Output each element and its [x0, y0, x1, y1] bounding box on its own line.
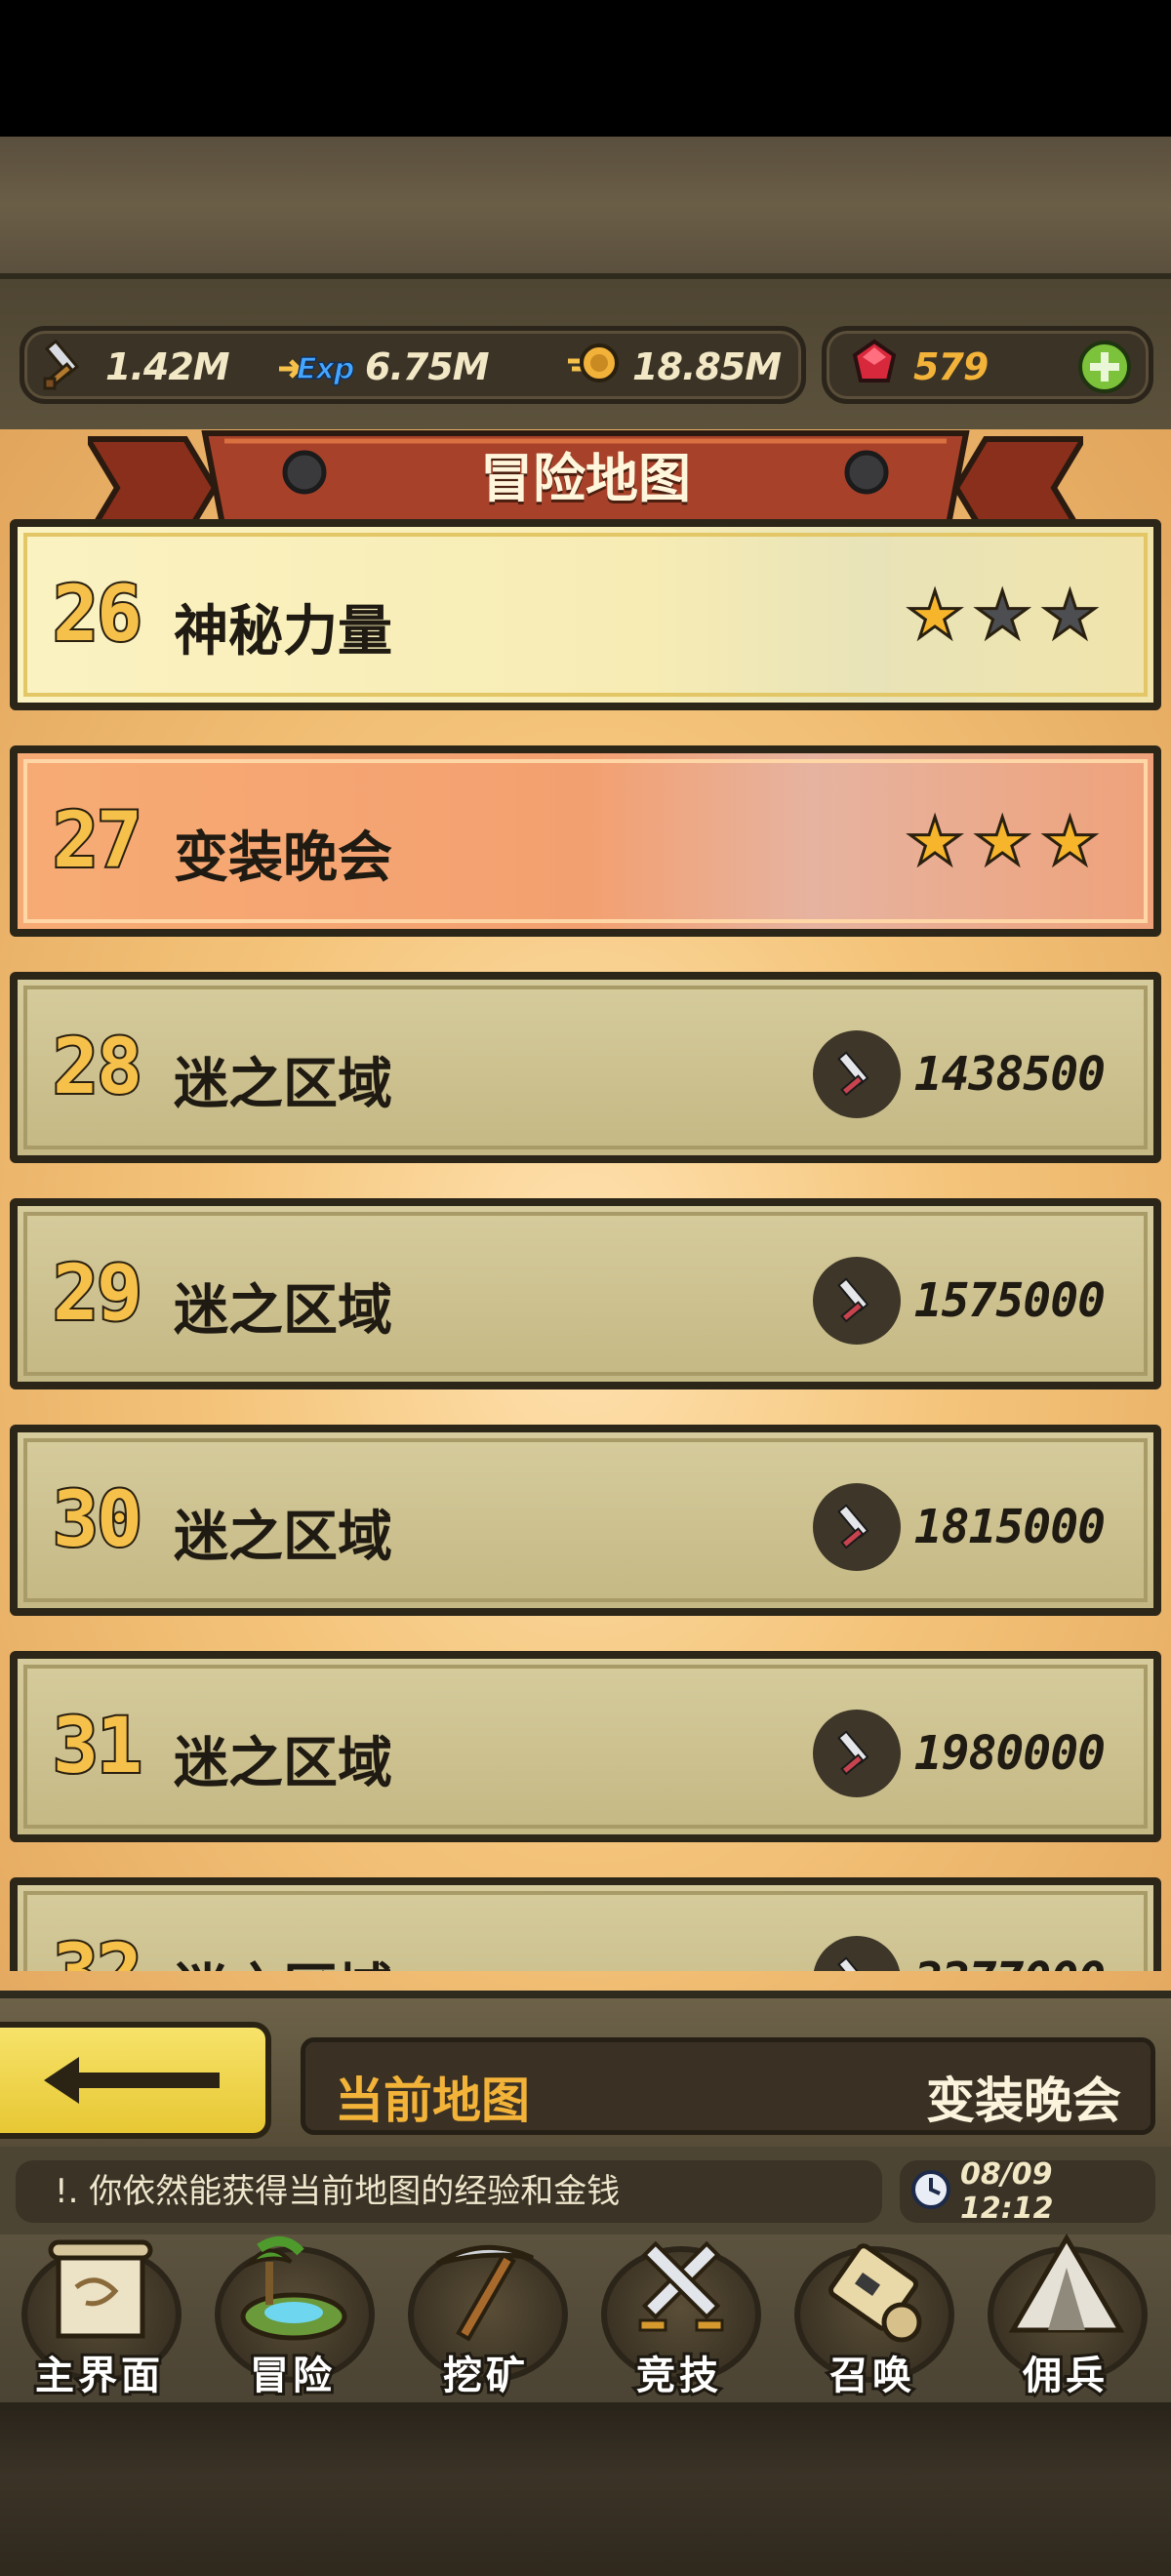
stage-card-30[interactable]: 30 迷之区域 1815000 [10, 1425, 1161, 1616]
stage-card-27[interactable]: 27 变装晚会 ★ ★ ★ [10, 745, 1161, 937]
exp-icon: Exp [275, 340, 356, 394]
scroll-map-icon [48, 2239, 153, 2339]
attack-resource: 1.42M [39, 339, 230, 394]
stage-number: 26 [51, 571, 144, 659]
sword-icon [812, 1936, 901, 1971]
ruby-icon [847, 336, 902, 399]
nav-label: 竞技 [633, 2351, 722, 2401]
island-icon [240, 2236, 347, 2341]
tent-icon [1008, 2234, 1125, 2333]
star-empty-icon: ★ [972, 578, 1032, 653]
page-title: 冒险地图 [480, 448, 691, 509]
star-filled-icon: ★ [905, 804, 965, 879]
required-power: 1438500 [812, 1030, 1106, 1118]
stage-name: 迷之区域 [174, 1732, 392, 1795]
gold-resource: 18.85M [566, 340, 782, 394]
crossed-swords-icon [638, 2240, 724, 2332]
summon-scroll-icon [828, 2243, 922, 2343]
exp-badge-text: Exp [297, 352, 353, 386]
required-power: 2277000 [812, 1936, 1106, 1971]
star-filled-icon: ★ [905, 578, 965, 653]
stage-name: 迷之区域 [174, 1279, 392, 1343]
news-ticker: !. 你依然能获得当前地图的经验和金钱 [16, 2160, 882, 2223]
stage-number: 27 [51, 797, 144, 885]
top-map-backdrop [0, 137, 1171, 273]
back-button[interactable] [0, 2022, 271, 2139]
current-map-label: 当前地图 [335, 2073, 530, 2129]
power-value: 1438500 [913, 1047, 1106, 1102]
exp-resource: Exp 6.75M [275, 340, 490, 394]
current-map-panel: 当前地图 变装晚会 [301, 2037, 1155, 2135]
gold-value: 18.85M [632, 345, 782, 388]
required-power: 1980000 [812, 1710, 1106, 1797]
stage-name: 迷之区域 [174, 1946, 392, 1971]
star-filled-icon: ★ [972, 804, 1032, 879]
stage-name: 迷之区域 [174, 1053, 392, 1116]
stage-stars: ★ ★ ★ [905, 578, 1101, 653]
power-value: 1575000 [913, 1273, 1106, 1328]
game-screen: 1.42M Exp 6.75M 18.85M 579 冒险地图 26 神秘力量 … [0, 0, 1171, 2576]
required-power: 1575000 [812, 1257, 1106, 1345]
nav-label: 冒险 [247, 2351, 336, 2401]
gem-resource: 579 [847, 339, 989, 394]
sword-icon [39, 336, 94, 399]
nav-label: 召唤 [827, 2351, 915, 2401]
stage-name: 迷之区域 [174, 1506, 392, 1569]
power-value: 2277000 [914, 1952, 1106, 1971]
sword-icon [812, 1030, 901, 1118]
attack-value: 1.42M [105, 345, 230, 388]
stage-number: 32 [51, 1932, 144, 1971]
required-power: 1815000 [812, 1483, 1106, 1571]
stage-stars: ★ ★ ★ [905, 804, 1101, 879]
stage-number: 28 [51, 1024, 144, 1111]
nav-label: 挖矿 [440, 2351, 529, 2401]
clock-icon [909, 2168, 952, 2215]
arrow-left-icon [44, 2057, 220, 2104]
stage-card-28[interactable]: 28 迷之区域 1438500 [10, 972, 1161, 1163]
stage-number: 31 [51, 1703, 144, 1791]
power-value: 1980000 [913, 1726, 1106, 1781]
nav-arena[interactable]: 竞技 [584, 2229, 775, 2401]
stage-card-31[interactable]: 31 迷之区域 1980000 [10, 1651, 1161, 1842]
stage-card-32[interactable]: 32 迷之区域 2277000 [10, 1877, 1161, 1971]
nav-mercenary[interactable]: 佣兵 [970, 2229, 1161, 2401]
power-value: 1815000 [913, 1500, 1106, 1554]
plus-icon [1078, 341, 1131, 393]
stage-number: 29 [51, 1250, 144, 1338]
nav-adventure[interactable]: 冒险 [197, 2229, 388, 2401]
star-empty-icon: ★ [1039, 578, 1100, 653]
stage-card-26[interactable]: 26 神秘力量 ★ ★ ★ [10, 519, 1161, 710]
nav-main[interactable]: 主界面 [4, 2229, 195, 2401]
nav-label: 佣兵 [1020, 2351, 1109, 2401]
current-map-value: 变装晚会 [926, 2073, 1121, 2129]
clock-time: 08/09 12:12 [960, 2157, 1054, 2226]
star-filled-icon: ★ [1039, 804, 1100, 879]
sword-icon [812, 1710, 901, 1797]
nav-summon[interactable]: 召唤 [777, 2229, 968, 2401]
clock-panel: 08/09 12:12 [900, 2157, 1155, 2226]
stage-card-29[interactable]: 29 迷之区域 1575000 [10, 1198, 1161, 1389]
gem-value: 579 [913, 345, 989, 388]
pickaxe-icon [435, 2244, 535, 2342]
sword-icon [812, 1483, 901, 1571]
add-gems-button[interactable] [1077, 340, 1132, 394]
nav-mining[interactable]: 挖矿 [390, 2229, 582, 2401]
stage-number: 30 [51, 1476, 144, 1564]
stage-name: 变装晚会 [174, 826, 392, 890]
gold-coin-icon [566, 336, 621, 399]
stage-list-clip: 32 迷之区域 2277000 [0, 1877, 1171, 1971]
stage-name: 神秘力量 [174, 600, 392, 664]
sword-icon [812, 1257, 901, 1345]
bottom-map-backdrop [0, 2410, 1171, 2576]
nav-label: 主界面 [32, 2351, 164, 2401]
exp-value: 6.75M [365, 345, 490, 388]
